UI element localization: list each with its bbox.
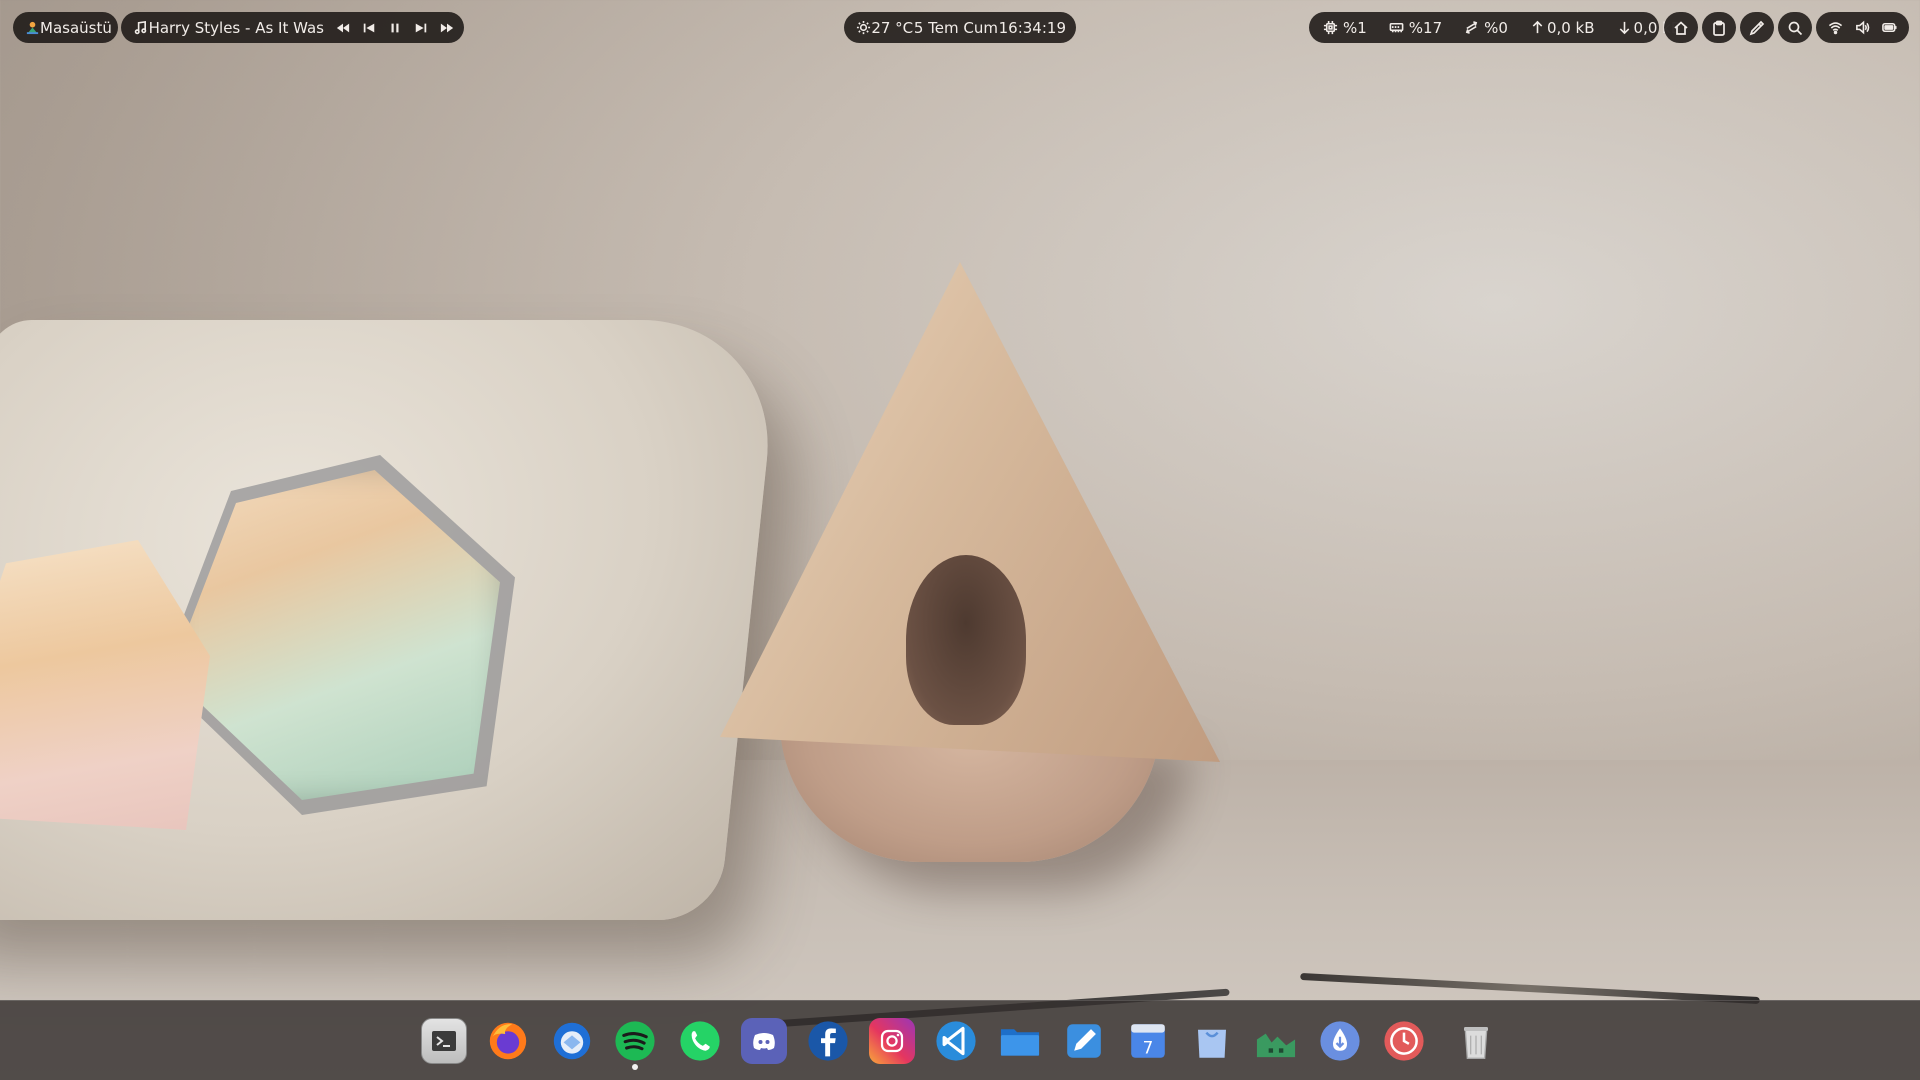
network-upload-value: 0,0 kB bbox=[1546, 18, 1595, 37]
arrow-down-icon bbox=[1617, 20, 1632, 35]
text-editor-icon bbox=[1067, 1024, 1101, 1058]
dock-app-vscode[interactable] bbox=[933, 1018, 979, 1064]
fast-forward-button[interactable] bbox=[440, 21, 454, 35]
media-player[interactable]: Harry Styles - As It Was bbox=[121, 12, 464, 43]
dock-app-instagram[interactable] bbox=[869, 1018, 915, 1064]
home-icon bbox=[1674, 20, 1688, 35]
dock-app-terminal[interactable] bbox=[421, 1018, 467, 1064]
spotify-icon bbox=[615, 1021, 655, 1061]
cpu-usage: %1 bbox=[1323, 19, 1367, 37]
dock-app-discord[interactable] bbox=[741, 1018, 787, 1064]
rewind-button[interactable] bbox=[336, 21, 350, 35]
memory-usage-value: %17 bbox=[1408, 18, 1443, 37]
color-picker-icon bbox=[1749, 20, 1765, 35]
discord-icon bbox=[753, 1033, 775, 1050]
vscode-icon bbox=[936, 1021, 976, 1061]
home-button[interactable] bbox=[1664, 12, 1698, 43]
dock-app-trash[interactable] bbox=[1453, 1018, 1499, 1064]
search-icon bbox=[1788, 21, 1803, 35]
dock-app-game[interactable] bbox=[1253, 1018, 1299, 1064]
trash-icon bbox=[1464, 1027, 1488, 1059]
pause-button[interactable] bbox=[388, 21, 402, 35]
desktop-wallpaper bbox=[0, 0, 1920, 1080]
swap-usage-value: %0 bbox=[1484, 18, 1508, 37]
firefox-icon bbox=[489, 1022, 527, 1060]
workspace-icon bbox=[25, 20, 40, 35]
instagram-icon bbox=[880, 1029, 904, 1053]
workspace-label: Masaüstü bbox=[40, 18, 112, 37]
facebook-icon bbox=[808, 1021, 848, 1061]
swap-usage: %0 bbox=[1464, 19, 1508, 37]
transmission-icon bbox=[1320, 1021, 1360, 1061]
dock-app-transmission[interactable] bbox=[1317, 1018, 1363, 1064]
music-note-icon bbox=[133, 20, 148, 35]
dock-app-store[interactable] bbox=[1189, 1018, 1235, 1064]
calendar-day: 7 bbox=[1143, 1038, 1154, 1058]
previous-track-button[interactable] bbox=[362, 21, 376, 35]
system-tray[interactable] bbox=[1816, 12, 1909, 43]
dock-app-firefox[interactable] bbox=[485, 1018, 531, 1064]
spotify-running-indicator bbox=[632, 1064, 638, 1070]
dock-app-text-editor[interactable] bbox=[1061, 1018, 1107, 1064]
memory-usage: %17 bbox=[1389, 19, 1442, 37]
battery-icon[interactable] bbox=[1882, 20, 1897, 35]
game-icon bbox=[1256, 1033, 1296, 1058]
search-button[interactable] bbox=[1778, 12, 1812, 43]
clock-widget[interactable]: 27 °C 5 Tem Cum 16:34:19 bbox=[844, 12, 1076, 43]
next-track-button[interactable] bbox=[414, 21, 428, 35]
wallpaper-cone-opening bbox=[906, 555, 1026, 725]
clock-time: 16:34:19 bbox=[998, 18, 1066, 37]
weather-temperature: 27 °C bbox=[871, 18, 914, 37]
network-upload: 0,0 kB bbox=[1530, 19, 1595, 37]
whatsapp-icon bbox=[680, 1021, 720, 1061]
media-track-title: Harry Styles - As It Was bbox=[148, 18, 324, 37]
dock-app-clock[interactable] bbox=[1381, 1018, 1427, 1064]
thunderbird-icon bbox=[553, 1022, 591, 1060]
memory-icon bbox=[1389, 20, 1404, 35]
volume-icon[interactable] bbox=[1855, 20, 1870, 35]
calendar-icon: 7 bbox=[1131, 1024, 1165, 1058]
cpu-icon bbox=[1323, 20, 1338, 35]
dock-app-files[interactable] bbox=[997, 1018, 1043, 1064]
swap-icon bbox=[1464, 20, 1479, 35]
clock-icon bbox=[1384, 1021, 1424, 1061]
clipboard-icon bbox=[1713, 20, 1725, 36]
clock-date: 5 Tem Cum bbox=[913, 18, 998, 37]
clipboard-button[interactable] bbox=[1702, 12, 1736, 43]
dock-app-calendar[interactable]: 7 bbox=[1125, 1018, 1171, 1064]
workspace-button[interactable]: Masaüstü bbox=[13, 12, 118, 43]
files-icon bbox=[1000, 1029, 1040, 1056]
store-icon bbox=[1198, 1029, 1226, 1058]
color-picker-button[interactable] bbox=[1740, 12, 1774, 43]
dock-app-thunderbird[interactable] bbox=[549, 1018, 595, 1064]
system-monitor[interactable]: %1 %17 %0 0,0 kB 0,0 kB bbox=[1309, 12, 1681, 43]
dock-app-whatsapp[interactable] bbox=[677, 1018, 723, 1064]
wifi-icon[interactable] bbox=[1828, 20, 1843, 35]
arrow-up-icon bbox=[1530, 20, 1545, 35]
dock-app-spotify[interactable] bbox=[612, 1018, 658, 1064]
dock-app-facebook[interactable] bbox=[805, 1018, 851, 1064]
terminal-icon bbox=[432, 1031, 456, 1051]
sun-icon bbox=[856, 20, 871, 35]
cpu-usage-value: %1 bbox=[1343, 18, 1367, 37]
